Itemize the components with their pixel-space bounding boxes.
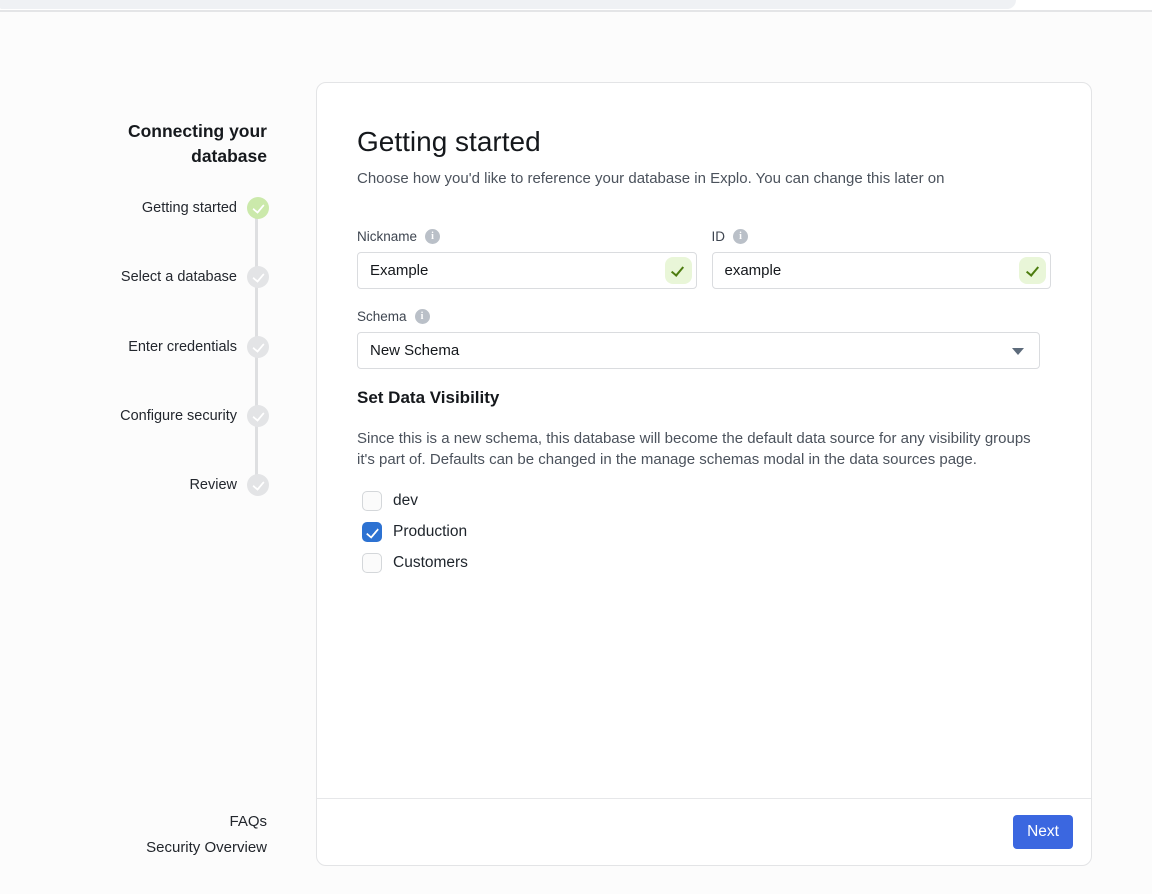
check-circle-icon bbox=[247, 474, 269, 496]
chevron-down-icon bbox=[1012, 348, 1024, 355]
schema-field-group: Schema i New Schema bbox=[357, 309, 1051, 369]
step-configure-security[interactable]: Configure security bbox=[60, 405, 269, 427]
step-select-database[interactable]: Select a database bbox=[60, 266, 269, 288]
visibility-group-row-customers: Customers bbox=[362, 553, 1051, 573]
nickname-input[interactable] bbox=[357, 252, 697, 289]
nickname-label-row: Nickname i bbox=[357, 229, 697, 244]
getting-started-card: Getting started Choose how you'd like to… bbox=[316, 82, 1092, 866]
info-icon[interactable]: i bbox=[733, 229, 748, 244]
step-review[interactable]: Review bbox=[60, 474, 269, 496]
visibility-group-row-dev: dev bbox=[362, 491, 1051, 511]
checkbox-customers[interactable] bbox=[362, 553, 382, 573]
checkbox-production[interactable] bbox=[362, 522, 382, 542]
step-label: Select a database bbox=[121, 269, 237, 285]
schema-select[interactable]: New Schema bbox=[357, 332, 1040, 369]
check-circle-icon bbox=[247, 405, 269, 427]
checkbox-dev[interactable] bbox=[362, 491, 382, 511]
id-field-group: ID i bbox=[712, 229, 1052, 289]
nickname-id-row: Nickname i ID i bbox=[357, 229, 1051, 289]
card-footer: Next bbox=[317, 798, 1091, 865]
schema-selected-value: New Schema bbox=[370, 342, 459, 359]
faqs-link[interactable]: FAQs bbox=[97, 813, 267, 830]
nickname-input-wrap bbox=[357, 252, 697, 289]
valid-check-icon bbox=[1019, 257, 1046, 284]
check-circle-icon bbox=[247, 336, 269, 358]
connect-database-page: { "sidebar": { "title": "Connecting your… bbox=[0, 0, 1152, 894]
id-label: ID bbox=[712, 229, 726, 244]
step-enter-credentials[interactable]: Enter credentials bbox=[60, 336, 269, 358]
id-input-wrap bbox=[712, 252, 1052, 289]
checkbox-label: Production bbox=[393, 523, 467, 541]
nickname-label: Nickname bbox=[357, 229, 417, 244]
top-divider bbox=[0, 10, 1152, 12]
browser-omnibox-remnant bbox=[0, 0, 1016, 9]
step-label: Getting started bbox=[142, 200, 237, 216]
id-input[interactable] bbox=[712, 252, 1052, 289]
next-button[interactable]: Next bbox=[1013, 815, 1073, 849]
id-label-row: ID i bbox=[712, 229, 1052, 244]
step-label: Configure security bbox=[120, 408, 237, 424]
nickname-field-group: Nickname i bbox=[357, 229, 697, 289]
security-overview-link[interactable]: Security Overview bbox=[97, 839, 267, 856]
wizard-title: Connecting your database bbox=[117, 119, 267, 169]
data-visibility-description: Since this is a new schema, this databas… bbox=[357, 428, 1047, 470]
valid-check-icon bbox=[665, 257, 692, 284]
step-label: Review bbox=[189, 477, 237, 493]
data-visibility-heading: Set Data Visibility bbox=[357, 388, 1051, 408]
page-subtitle: Choose how you'd like to reference your … bbox=[357, 168, 1051, 189]
page-title: Getting started bbox=[357, 125, 1051, 158]
info-icon[interactable]: i bbox=[415, 309, 430, 324]
visibility-groups-list: dev Production Customers bbox=[357, 491, 1051, 573]
schema-label-row: Schema i bbox=[357, 309, 1051, 324]
step-getting-started[interactable]: Getting started bbox=[60, 197, 269, 219]
checkbox-label: dev bbox=[393, 492, 418, 510]
schema-label: Schema bbox=[357, 309, 407, 324]
card-body: Getting started Choose how you'd like to… bbox=[317, 83, 1091, 798]
check-circle-icon bbox=[247, 197, 269, 219]
visibility-group-row-production: Production bbox=[362, 522, 1051, 542]
step-label: Enter credentials bbox=[128, 339, 237, 355]
check-circle-icon bbox=[247, 266, 269, 288]
checkbox-label: Customers bbox=[393, 554, 468, 572]
info-icon[interactable]: i bbox=[425, 229, 440, 244]
